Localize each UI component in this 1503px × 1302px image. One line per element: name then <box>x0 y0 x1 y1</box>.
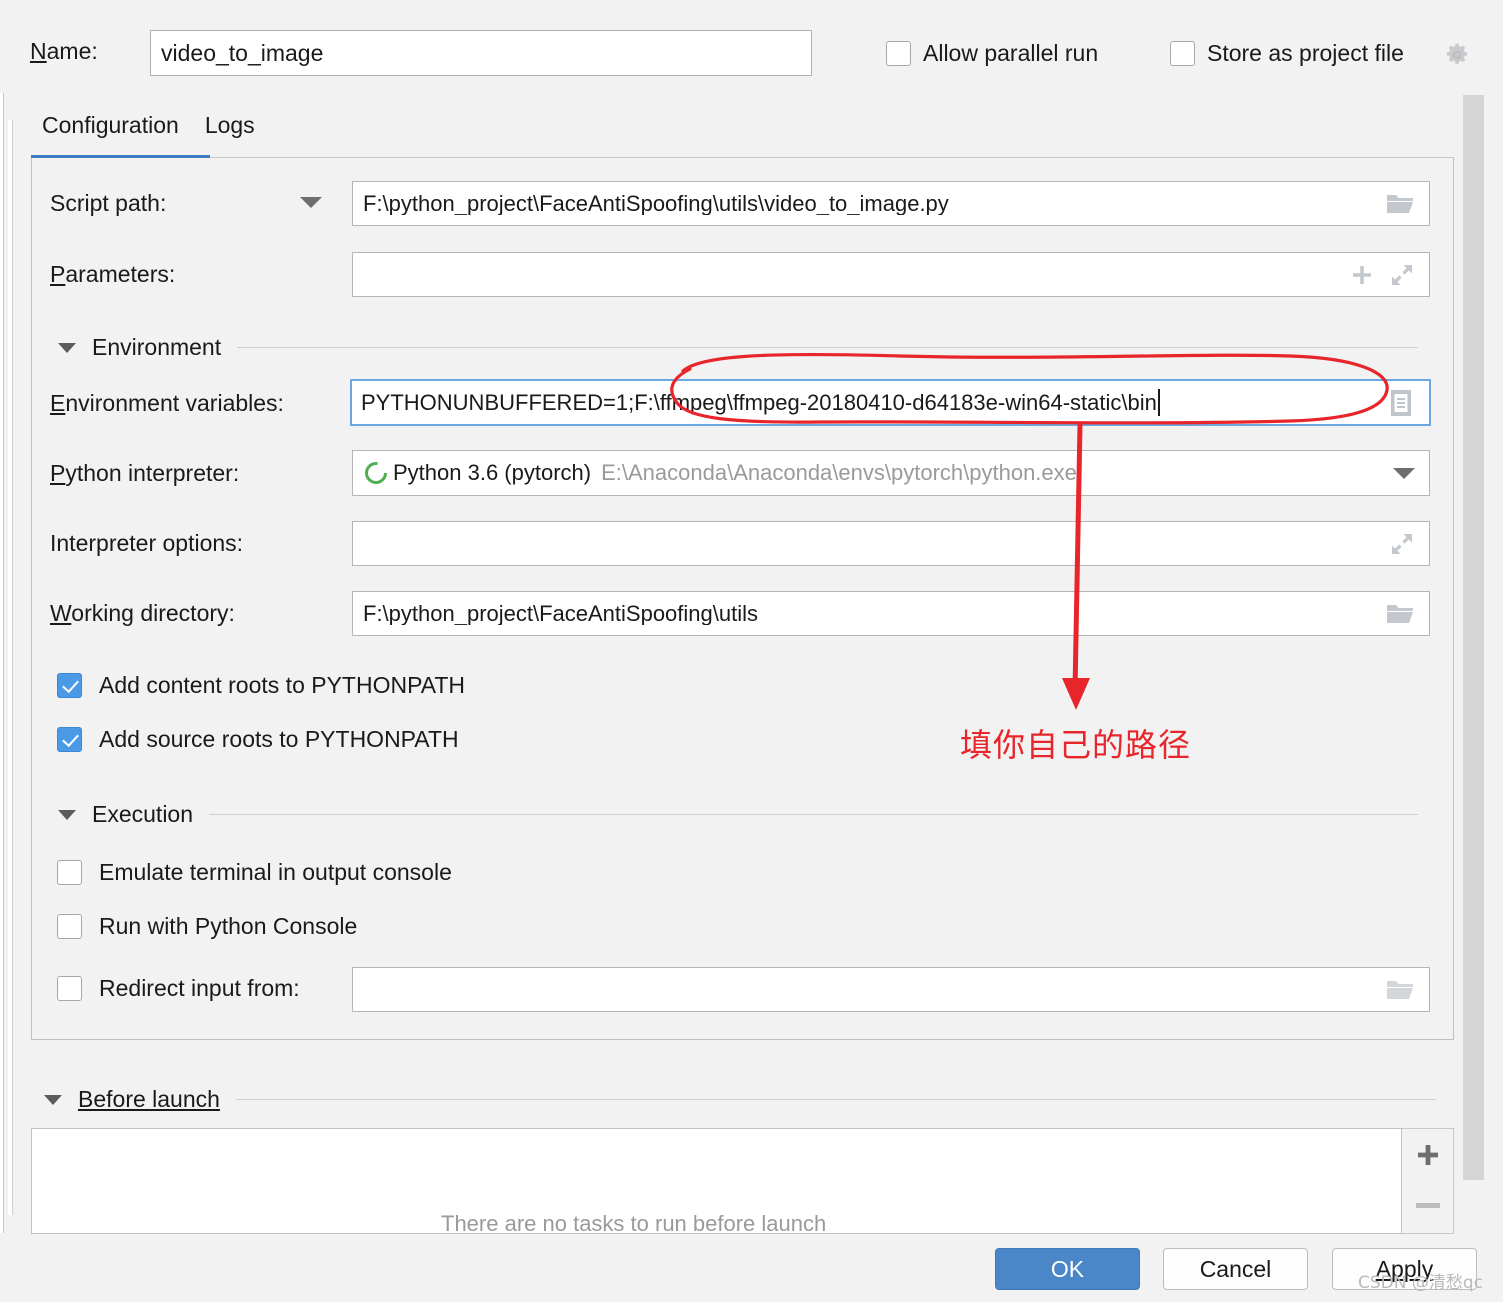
store-as-project-file-label: Store as project file <box>1207 40 1404 66</box>
annotation-note-text: 填你自己的路径 <box>960 726 1192 764</box>
section-before-launch-title: Before launch <box>78 1086 220 1112</box>
panel-scrollbar-thumb[interactable] <box>1463 95 1484 1180</box>
environment-variables-label: Environment variables: <box>50 390 284 416</box>
folder-open-icon[interactable] <box>1385 192 1415 216</box>
checkbox-box[interactable] <box>57 976 82 1001</box>
environment-variables-value: PYTHONUNBUFFERED=1;F:\ffmpeg\ffmpeg-2018… <box>361 389 1157 415</box>
redirect-input-label: Redirect input from: <box>99 975 300 1001</box>
csdn-watermark: CSDN @清愁qc <box>1358 1273 1484 1293</box>
ok-button[interactable]: OK <box>995 1248 1140 1290</box>
working-directory-input[interactable]: F:\python_project\FaceAntiSpoofing\utils <box>352 591 1430 636</box>
add-source-roots-checkbox[interactable]: Add source roots to PYTHONPATH <box>57 726 459 753</box>
interpreter-options-label: Interpreter options: <box>50 530 244 556</box>
script-path-label: Script path: <box>50 190 167 216</box>
section-execution[interactable]: Execution <box>58 801 1418 828</box>
redirect-input-path-input[interactable] <box>352 967 1430 1012</box>
expand-editor-icon[interactable] <box>1389 262 1415 288</box>
interpreter-options-input[interactable] <box>352 521 1430 566</box>
emulate-terminal-checkbox[interactable]: Emulate terminal in output console <box>57 859 452 886</box>
tab-configuration[interactable]: Configuration <box>38 112 183 151</box>
parameters-input[interactable] <box>352 252 1430 297</box>
collapse-triangle-icon[interactable] <box>58 342 76 353</box>
script-path-value: F:\python_project\FaceAntiSpoofing\utils… <box>363 192 949 215</box>
python-interpreter-name: Python 3.6 (pytorch) <box>393 460 592 485</box>
window-frame-edge-inner <box>8 120 13 1215</box>
python-environment-icon <box>365 462 387 484</box>
add-task-plus-icon[interactable] <box>1415 1142 1441 1168</box>
checkbox-box[interactable] <box>57 727 82 752</box>
section-rule <box>209 814 1418 815</box>
folder-open-icon[interactable] <box>1385 978 1415 1002</box>
checkbox-box[interactable] <box>57 914 82 939</box>
emulate-terminal-label: Emulate terminal in output console <box>99 859 452 885</box>
environment-variables-input[interactable]: PYTHONUNBUFFERED=1;F:\ffmpeg\ffmpeg-2018… <box>350 379 1431 426</box>
run-with-python-console-label: Run with Python Console <box>99 913 358 939</box>
add-content-roots-checkbox[interactable]: Add content roots to PYTHONPATH <box>57 672 465 699</box>
window-frame-edge-outer <box>0 93 4 1233</box>
parameters-label: Parameters: <box>50 261 176 287</box>
collapse-triangle-icon[interactable] <box>58 809 76 820</box>
python-interpreter-combobox[interactable]: Python 3.6 (pytorch) E:\Anaconda\Anacond… <box>352 450 1430 496</box>
allow-parallel-run-checkbox[interactable]: Allow parallel run <box>886 40 1098 67</box>
run-with-python-console-checkbox[interactable]: Run with Python Console <box>57 913 357 940</box>
python-interpreter-path: E:\Anaconda\Anaconda\envs\pytorch\python… <box>601 460 1077 485</box>
checkbox-box[interactable] <box>57 673 82 698</box>
section-rule <box>235 1099 1436 1100</box>
expand-editor-icon[interactable] <box>1389 531 1415 557</box>
section-before-launch[interactable]: Before launch <box>44 1086 1436 1113</box>
script-path-type-dropdown-icon[interactable] <box>300 197 322 208</box>
checkbox-box[interactable] <box>886 41 911 66</box>
before-launch-empty-text: There are no tasks to run before launch <box>441 1215 827 1233</box>
plus-icon[interactable] <box>1349 262 1375 288</box>
text-caret <box>1157 389 1160 416</box>
edit-env-vars-icon[interactable] <box>1387 388 1415 418</box>
checkbox-box[interactable] <box>1170 41 1195 66</box>
panel-scrollbar-track[interactable] <box>1463 95 1484 1240</box>
working-directory-value: F:\python_project\FaceAntiSpoofing\utils <box>363 602 759 625</box>
chevron-down-icon[interactable] <box>1393 467 1415 479</box>
remove-task-minus-icon[interactable] <box>1416 1203 1440 1208</box>
add-content-roots-label: Add content roots to PYTHONPATH <box>99 672 466 698</box>
redirect-input-checkbox[interactable]: Redirect input from: <box>57 975 300 1002</box>
folder-open-icon[interactable] <box>1385 602 1415 626</box>
section-rule <box>237 347 1418 348</box>
working-directory-label: Working directory: <box>50 600 235 626</box>
name-input[interactable]: video_to_image <box>150 30 812 76</box>
add-source-roots-label: Add source roots to PYTHONPATH <box>99 726 459 752</box>
script-path-input[interactable]: F:\python_project\FaceAntiSpoofing\utils… <box>352 181 1430 226</box>
allow-parallel-run-label: Allow parallel run <box>923 40 1099 66</box>
collapse-triangle-icon[interactable] <box>44 1094 62 1105</box>
tab-logs[interactable]: Logs <box>201 112 259 151</box>
store-as-project-file-checkbox[interactable]: Store as project file <box>1170 40 1404 67</box>
name-label: Name: <box>30 38 98 64</box>
run-configuration-dialog: Name: video_to_image Allow parallel run … <box>0 0 1503 1302</box>
cancel-button[interactable]: Cancel <box>1163 1248 1308 1290</box>
checkbox-box[interactable] <box>57 860 82 885</box>
before-launch-task-list[interactable]: There are no tasks to run before launch <box>31 1128 1402 1234</box>
section-environment[interactable]: Environment <box>58 334 1418 361</box>
tab-bar[interactable]: Configuration Logs <box>38 112 259 151</box>
gear-icon[interactable] <box>1444 42 1470 68</box>
section-execution-title: Execution <box>92 801 194 827</box>
section-environment-title: Environment <box>92 334 222 360</box>
python-interpreter-label: Python interpreter: <box>50 460 240 486</box>
